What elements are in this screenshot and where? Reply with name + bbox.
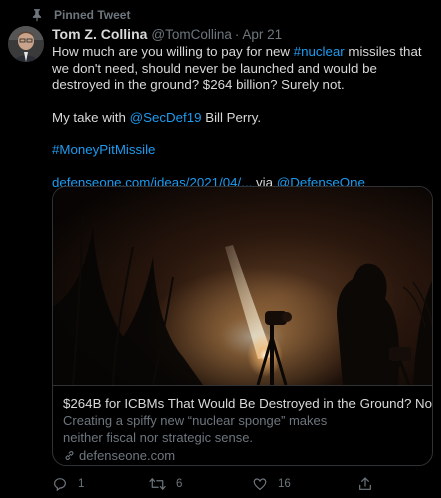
text-segment: Bill Perry. xyxy=(201,109,262,125)
text-segment: My take with xyxy=(52,109,130,125)
author-handle[interactable]: @TomCollina xyxy=(151,27,231,42)
tweet-text: How much are you willing to pay for new … xyxy=(52,44,432,191)
link-preview-card[interactable]: $264B for ICBMs That Would Be Destroyed … xyxy=(52,186,433,466)
share-icon xyxy=(359,477,371,490)
author-name[interactable]: Tom Z. Collina xyxy=(52,26,147,42)
card-image[interactable] xyxy=(53,187,432,407)
card-domain-text: defenseone.com xyxy=(79,448,176,463)
card-title[interactable]: $264B for ICBMs That Would Be Destroyed … xyxy=(63,396,432,412)
link-icon xyxy=(65,451,74,460)
retweet-button[interactable]: 6 xyxy=(149,476,182,492)
mention-secdef19[interactable]: @SecDef19 xyxy=(130,110,202,125)
tweet-paragraph-1: How much are you willing to pay for new … xyxy=(52,44,432,94)
pinned-tweet-label: Pinned Tweet xyxy=(30,7,130,23)
avatar[interactable] xyxy=(8,26,44,62)
tweet-date[interactable]: Apr 21 xyxy=(242,27,282,42)
pinned-text: Pinned Tweet xyxy=(54,8,131,22)
tweet-header: Tom Z. Collina @TomCollina · Apr 21 xyxy=(52,26,282,44)
like-button[interactable]: 16 xyxy=(252,476,291,492)
retweet-icon xyxy=(149,478,166,490)
reply-icon xyxy=(54,478,66,492)
retweet-count: 6 xyxy=(176,478,183,490)
like-count: 16 xyxy=(278,478,291,490)
avatar-image xyxy=(8,26,44,62)
share-button[interactable] xyxy=(357,476,383,492)
pin-icon xyxy=(32,9,42,22)
card-domain: defenseone.com xyxy=(63,448,424,463)
hashtag-nuclear[interactable]: #nuclear xyxy=(294,44,345,59)
card-text[interactable]: $264B for ICBMs That Would Be Destroyed … xyxy=(53,385,432,465)
reply-count: 1 xyxy=(78,478,85,490)
missile-launch-photo xyxy=(53,187,432,407)
text-segment: How much are you willing to pay for new xyxy=(52,44,294,59)
reply-button[interactable]: 1 xyxy=(52,476,84,492)
tweet-actions: 1 6 16 xyxy=(52,476,433,494)
like-icon xyxy=(253,478,267,491)
tweet-paragraph-2: My take with @SecDef19 Bill Perry. xyxy=(52,110,432,127)
card-description: Creating a spiffy new “nuclear sponge” m… xyxy=(63,413,328,445)
header-separator: · xyxy=(234,27,240,42)
tweet-paragraph-3: #MoneyPitMissile xyxy=(52,142,432,159)
hashtag-moneypitmissile[interactable]: #MoneyPitMissile xyxy=(52,142,155,157)
